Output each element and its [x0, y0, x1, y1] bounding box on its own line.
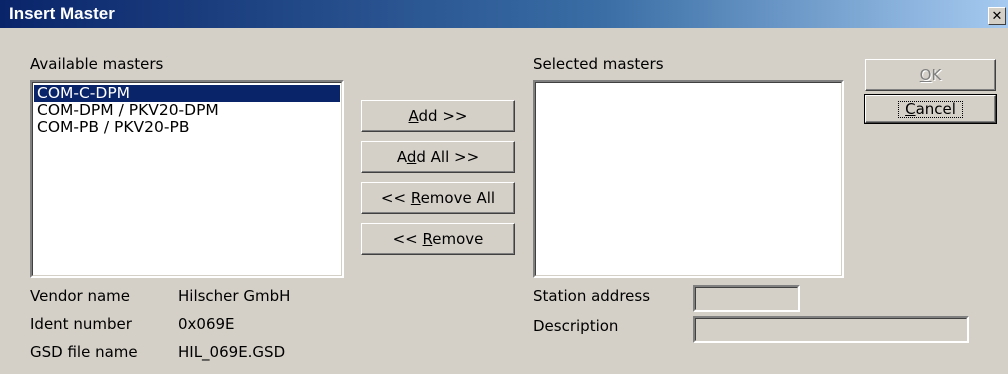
vendor-name-label: Vendor name	[30, 287, 131, 305]
selected-masters-label: Selected masters	[533, 55, 664, 73]
remove-button[interactable]: << Remove	[361, 223, 515, 255]
window-title: Insert Master	[9, 4, 115, 23]
add-all-button[interactable]: Add All >>	[361, 141, 515, 173]
close-button[interactable]: ✕	[988, 7, 1006, 25]
station-address-field[interactable]	[693, 285, 800, 312]
description-field[interactable]	[693, 316, 969, 343]
ok-button[interactable]: OK	[865, 59, 996, 91]
ident-number-label: Ident number	[30, 315, 132, 333]
available-masters-list[interactable]: COM-C-DPM COM-DPM / PKV20-DPM COM-PB / PKV…	[30, 80, 344, 278]
gsd-file-name-value: HIL_069E.GSD	[178, 343, 286, 361]
selected-masters-list[interactable]	[533, 80, 844, 278]
cancel-button[interactable]: Cancel	[864, 94, 997, 124]
list-item[interactable]: COM-PB / PKV20-PB	[34, 119, 340, 136]
close-icon: ✕	[991, 8, 1003, 24]
remove-all-button[interactable]: << Remove All	[361, 182, 515, 214]
gsd-file-name-label: GSD file name	[30, 343, 138, 361]
list-item[interactable]: COM-C-DPM	[34, 85, 340, 102]
ident-number-value: 0x069E	[178, 315, 235, 333]
station-address-label: Station address	[533, 287, 651, 305]
vendor-name-value: Hilscher GmbH	[178, 287, 291, 305]
add-button[interactable]: Add >>	[361, 100, 515, 132]
available-masters-label: Available masters	[30, 55, 164, 73]
list-item[interactable]: COM-DPM / PKV20-DPM	[34, 102, 340, 119]
title-bar[interactable]: Insert Master ✕	[0, 0, 1008, 28]
description-label: Description	[533, 317, 619, 335]
